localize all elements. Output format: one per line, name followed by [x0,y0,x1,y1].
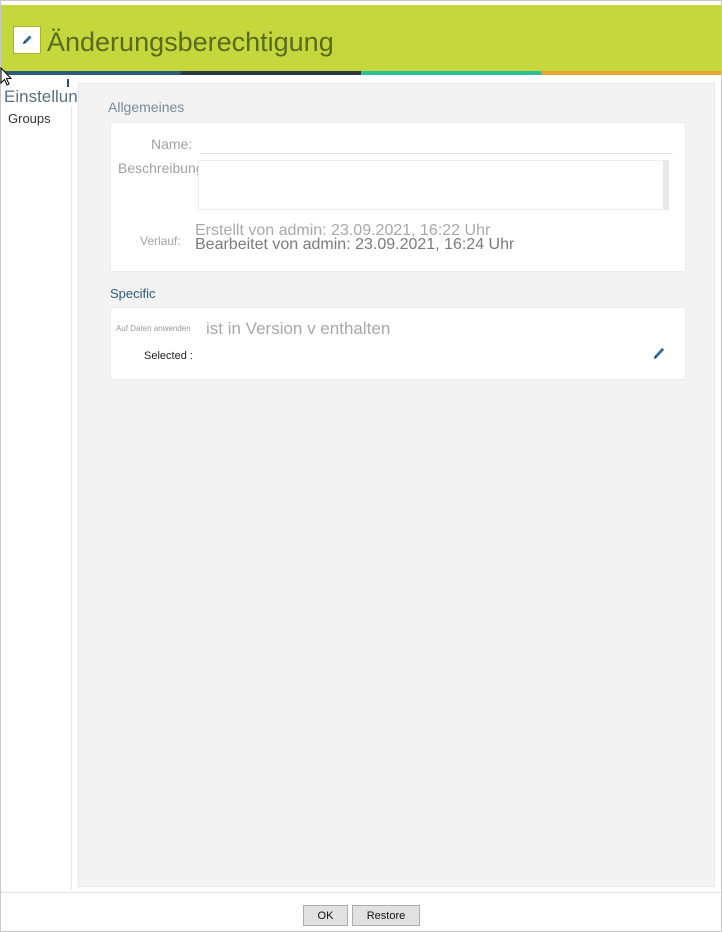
name-label: Name: [151,136,193,152]
section-title-specific: Specific [110,286,156,301]
section-title-general: Allgemeines [108,99,185,115]
description-label: Beschreibung: [118,160,208,176]
sidebar: Groups [3,106,72,890]
tab-indicator [67,79,69,87]
dialog-window: Änderungsberechtigung Einstellungen Grou… [0,0,722,932]
sidebar-item-groups[interactable]: Groups [8,111,51,126]
description-textarea[interactable] [198,160,669,210]
specific-card: Auf Daten anwenden ist in Version v enth… [110,307,686,380]
ok-button[interactable]: OK [303,905,348,926]
selected-label: Selected : [144,350,193,362]
name-input[interactable] [200,135,673,154]
main-panel: Allgemeines Name: Beschreibung: Verlauf:… [78,83,715,887]
restore-button[interactable]: Restore [352,905,420,926]
pencil-icon [654,348,664,359]
page-title: Änderungsberechtigung [47,27,334,57]
title-bar: Änderungsberechtigung [1,5,721,71]
history-text: Erstellt von admin: 23.09.2021, 16:22 Uh… [195,223,515,253]
history-label: Verlauf: [140,234,181,248]
edit-selection-button[interactable] [649,345,667,363]
header-color-bar [1,71,721,75]
apply-label: Auf Daten anwenden [116,324,191,333]
edit-pencil-icon [13,26,41,54]
history-edited: Bearbeitet von admin: 23.09.2021, 16:24 … [195,236,515,253]
mouse-cursor-icon [0,67,13,86]
general-card: Name: Beschreibung: Verlauf: Erstellt vo… [110,122,686,272]
footer-divider [1,892,721,893]
apply-value: ist in Version v enthalten [206,319,391,338]
